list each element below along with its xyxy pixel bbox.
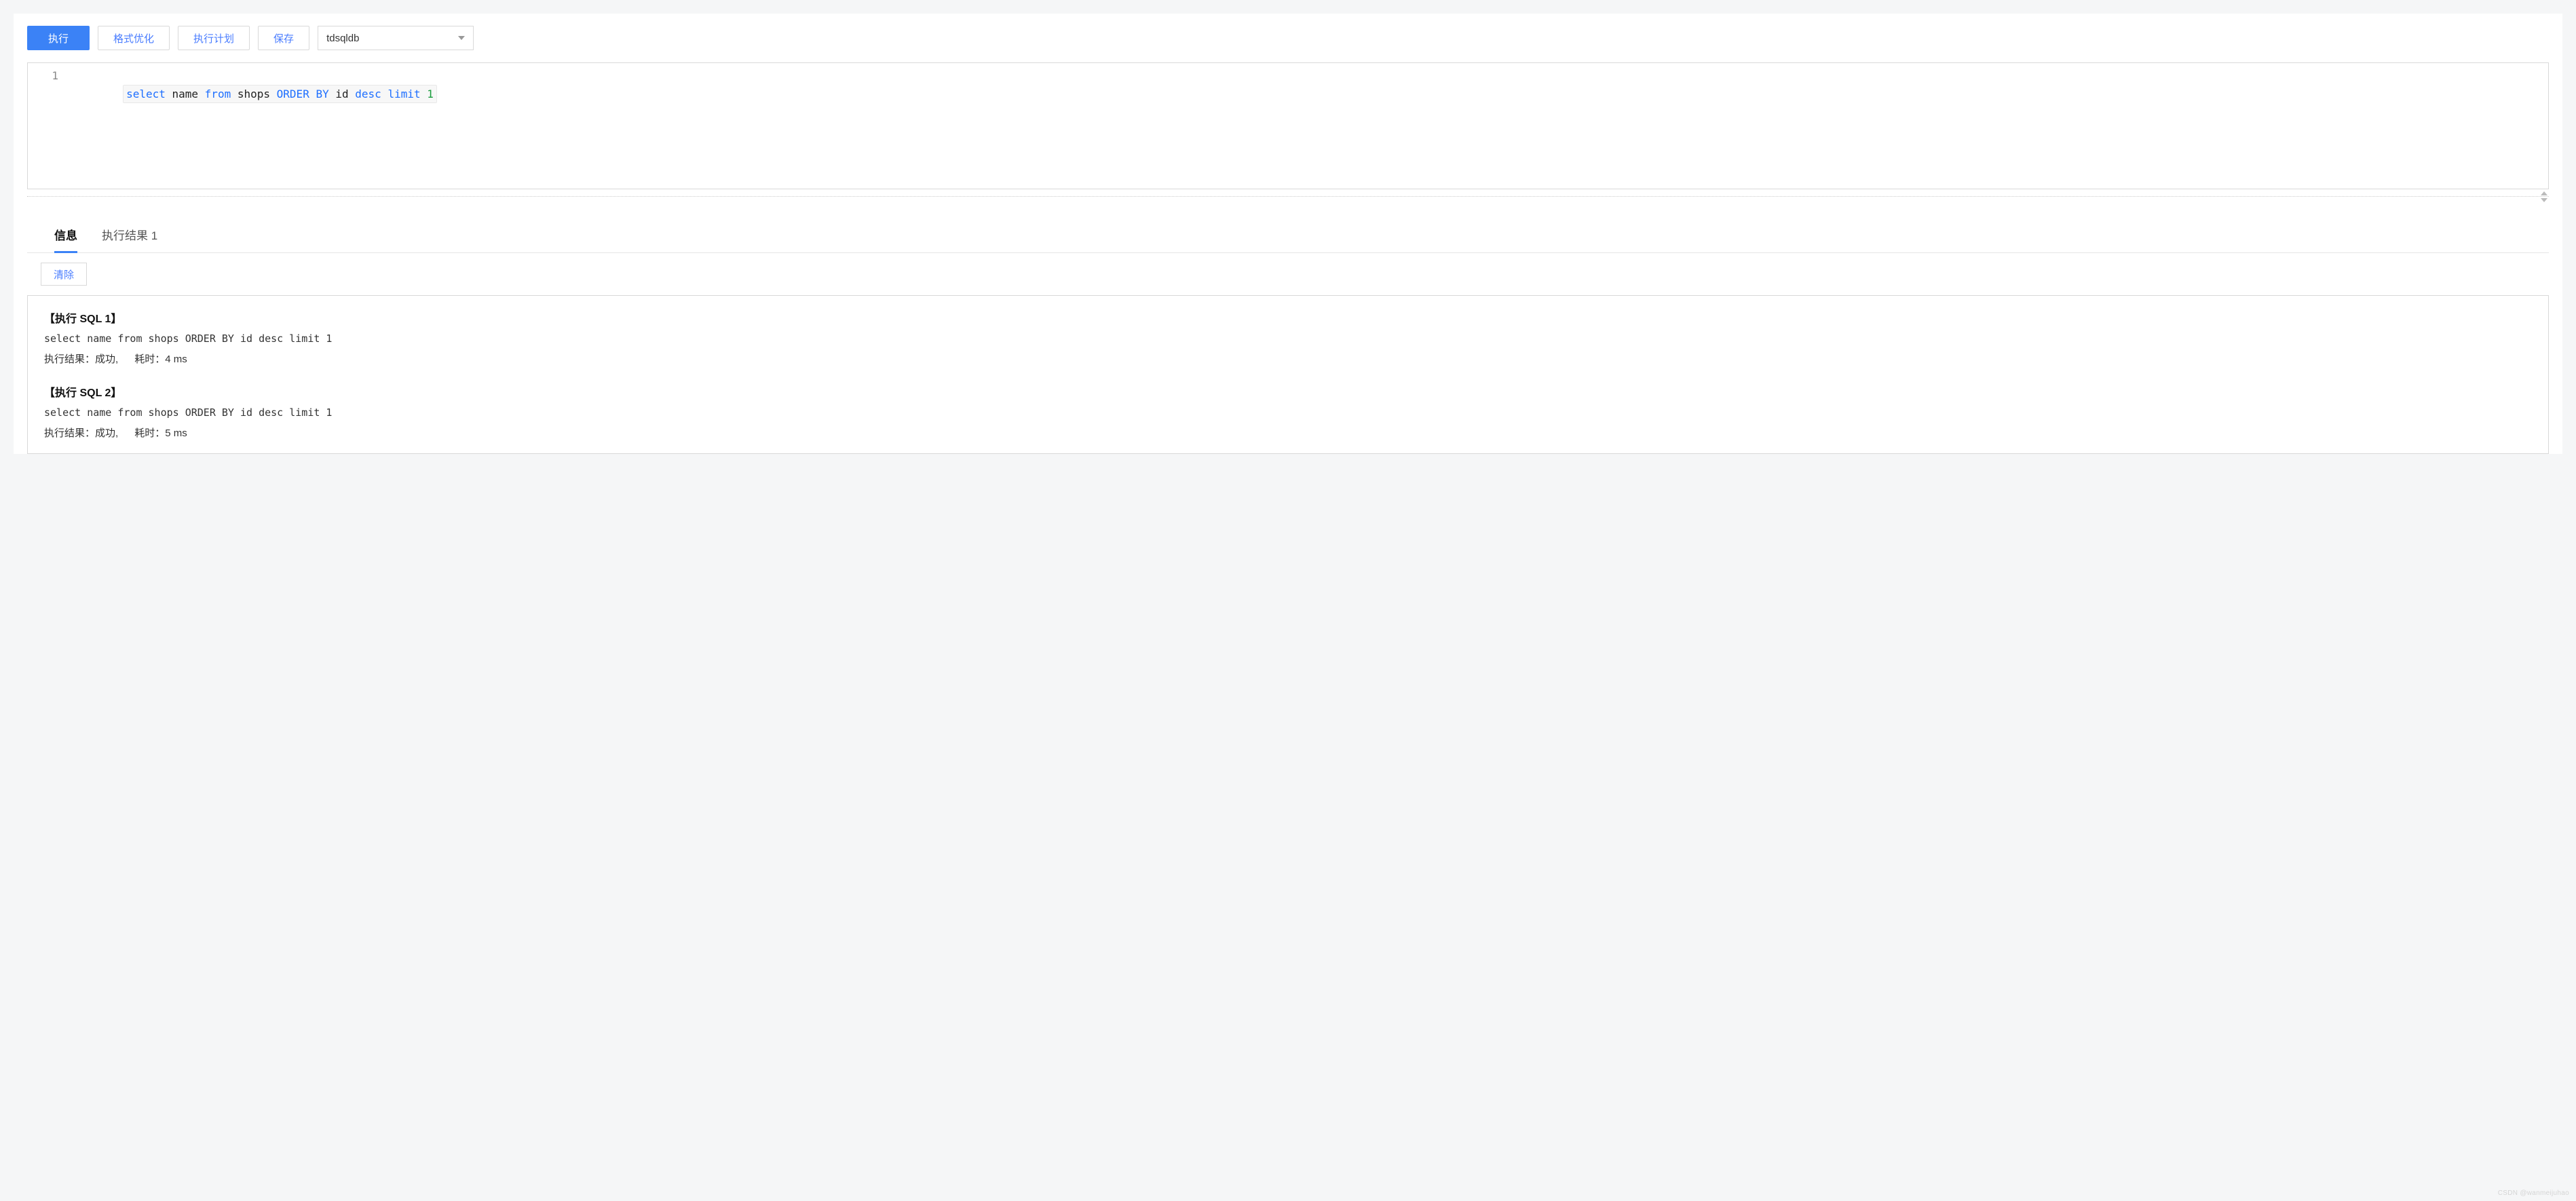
result-block: 【执行 SQL 1】 select name from shops ORDER B…	[44, 309, 2532, 366]
result-sql: select name from shops ORDER BY id desc …	[44, 332, 2532, 345]
save-button[interactable]: 保存	[258, 26, 309, 50]
collapse-down-icon[interactable]	[2541, 198, 2547, 202]
sql-editor[interactable]: 1 select name from shops ORDER BY id des…	[27, 62, 2549, 189]
execute-button[interactable]: 执行	[27, 26, 90, 50]
editor-code[interactable]: select name from shops ORDER BY id desc …	[65, 63, 2548, 189]
main-panel: 执行 格式优化 执行计划 保存 tdsqldb 1 select name fr…	[14, 14, 2562, 454]
result-tabs: 信息 执行结果 1	[27, 211, 2549, 253]
format-button[interactable]: 格式优化	[98, 26, 170, 50]
line-number: 1	[28, 67, 58, 85]
splitter[interactable]	[27, 196, 2549, 206]
explain-button[interactable]: 执行计划	[178, 26, 250, 50]
result-meta: 执行结果：成功,耗时：4 ms	[44, 351, 2532, 366]
editor-gutter: 1	[28, 63, 65, 189]
watermark: CSDN @wanmeijuhao	[2498, 1189, 2569, 1197]
result-panel: 【执行 SQL 1】 select name from shops ORDER B…	[27, 295, 2549, 454]
clear-button[interactable]: 清除	[41, 263, 87, 286]
tab-result-1[interactable]: 执行结果 1	[102, 219, 157, 253]
result-block: 【执行 SQL 2】 select name from shops ORDER B…	[44, 383, 2532, 440]
database-select-value: tdsqldb	[326, 33, 359, 44]
result-meta: 执行结果：成功,耗时：5 ms	[44, 425, 2532, 440]
tab-info[interactable]: 信息	[54, 219, 77, 253]
result-head: 【执行 SQL 1】	[44, 309, 2532, 326]
chevron-down-icon	[458, 36, 465, 40]
sql-line[interactable]: select name from shops ORDER BY id desc …	[123, 85, 437, 104]
result-sql: select name from shops ORDER BY id desc …	[44, 406, 2532, 419]
database-select[interactable]: tdsqldb	[318, 26, 474, 50]
collapse-up-icon[interactable]	[2541, 191, 2547, 195]
toolbar: 执行 格式优化 执行计划 保存 tdsqldb	[14, 14, 2562, 62]
result-head: 【执行 SQL 2】	[44, 383, 2532, 400]
